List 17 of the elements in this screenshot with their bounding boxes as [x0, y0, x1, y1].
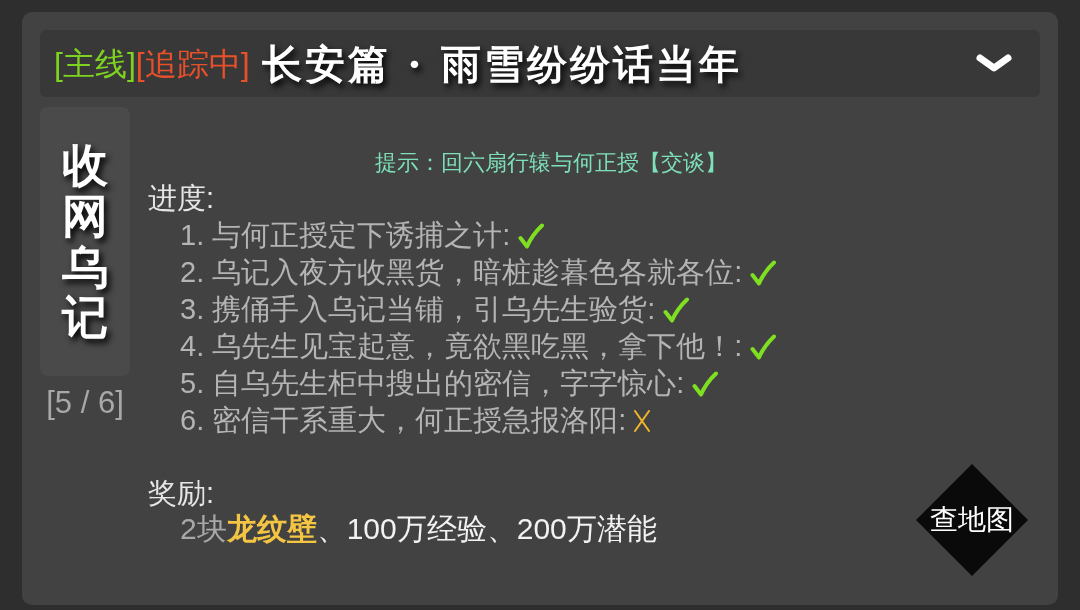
step-text: 1. 与何正授定下诱捕之计:	[180, 217, 511, 253]
step-text: 2. 乌记入夜方收黑货，暗桩趁暮色各就各位:	[180, 254, 743, 290]
quest-chapter-title: 长安篇 · 雨雪纷纷话当年	[261, 38, 743, 89]
quest-name: 收网乌记	[62, 140, 108, 343]
chevron-down-icon[interactable]	[976, 53, 1012, 74]
rewards-text: 2块龙纹壁、100万经验、200万潜能	[180, 511, 657, 547]
quest-tag: [追踪中]	[135, 43, 250, 84]
step-text: 6. 密信干系重大，何正授急报洛阳:	[180, 402, 627, 438]
quest-tag: [主线]	[54, 43, 136, 84]
hint-text: 提示：回六扇行辕与何正授【交谈】	[375, 150, 727, 176]
map-button[interactable]: 查地图	[916, 464, 1028, 576]
step-text: 5. 自乌先生柜中搜出的密信，字字惊心:	[180, 365, 685, 401]
progress-count: [5 / 6]	[46, 384, 124, 422]
progress-label: 进度:	[148, 182, 215, 214]
rewards-label: 奖励:	[148, 476, 215, 511]
step-text: 4. 乌先生见宝起意，竟欲黑吃黑，拿下他！:	[180, 328, 743, 364]
step-text: 3. 携俑手入乌记当铺，引乌先生验货:	[180, 291, 656, 327]
